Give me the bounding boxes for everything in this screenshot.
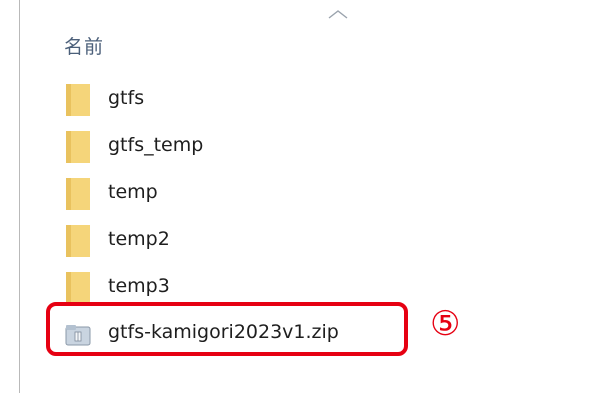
folder-icon (66, 272, 90, 304)
list-item-gtfs-temp[interactable]: gtfs_temp (46, 127, 446, 167)
file-name: gtfs (108, 87, 145, 109)
folder-icon (66, 225, 90, 257)
column-header-name[interactable]: 名前 (46, 20, 586, 68)
list-item-temp[interactable]: temp (46, 174, 446, 214)
column-header-label: 名前 (64, 36, 105, 58)
pane-left-border (19, 0, 20, 393)
folder-icon (66, 178, 90, 210)
highlight-annotation-box (46, 302, 408, 356)
file-name: temp (108, 181, 158, 203)
folder-icon (66, 131, 90, 163)
chevron-up-icon[interactable] (326, 8, 350, 20)
folder-icon (66, 84, 90, 116)
list-item-gtfs[interactable]: gtfs (46, 80, 446, 120)
step-number-marker: ⑤ (430, 304, 461, 344)
file-name: temp2 (108, 228, 170, 250)
file-name: gtfs_temp (108, 134, 204, 156)
file-name: temp3 (108, 275, 170, 297)
list-item-temp2[interactable]: temp2 (46, 221, 446, 261)
